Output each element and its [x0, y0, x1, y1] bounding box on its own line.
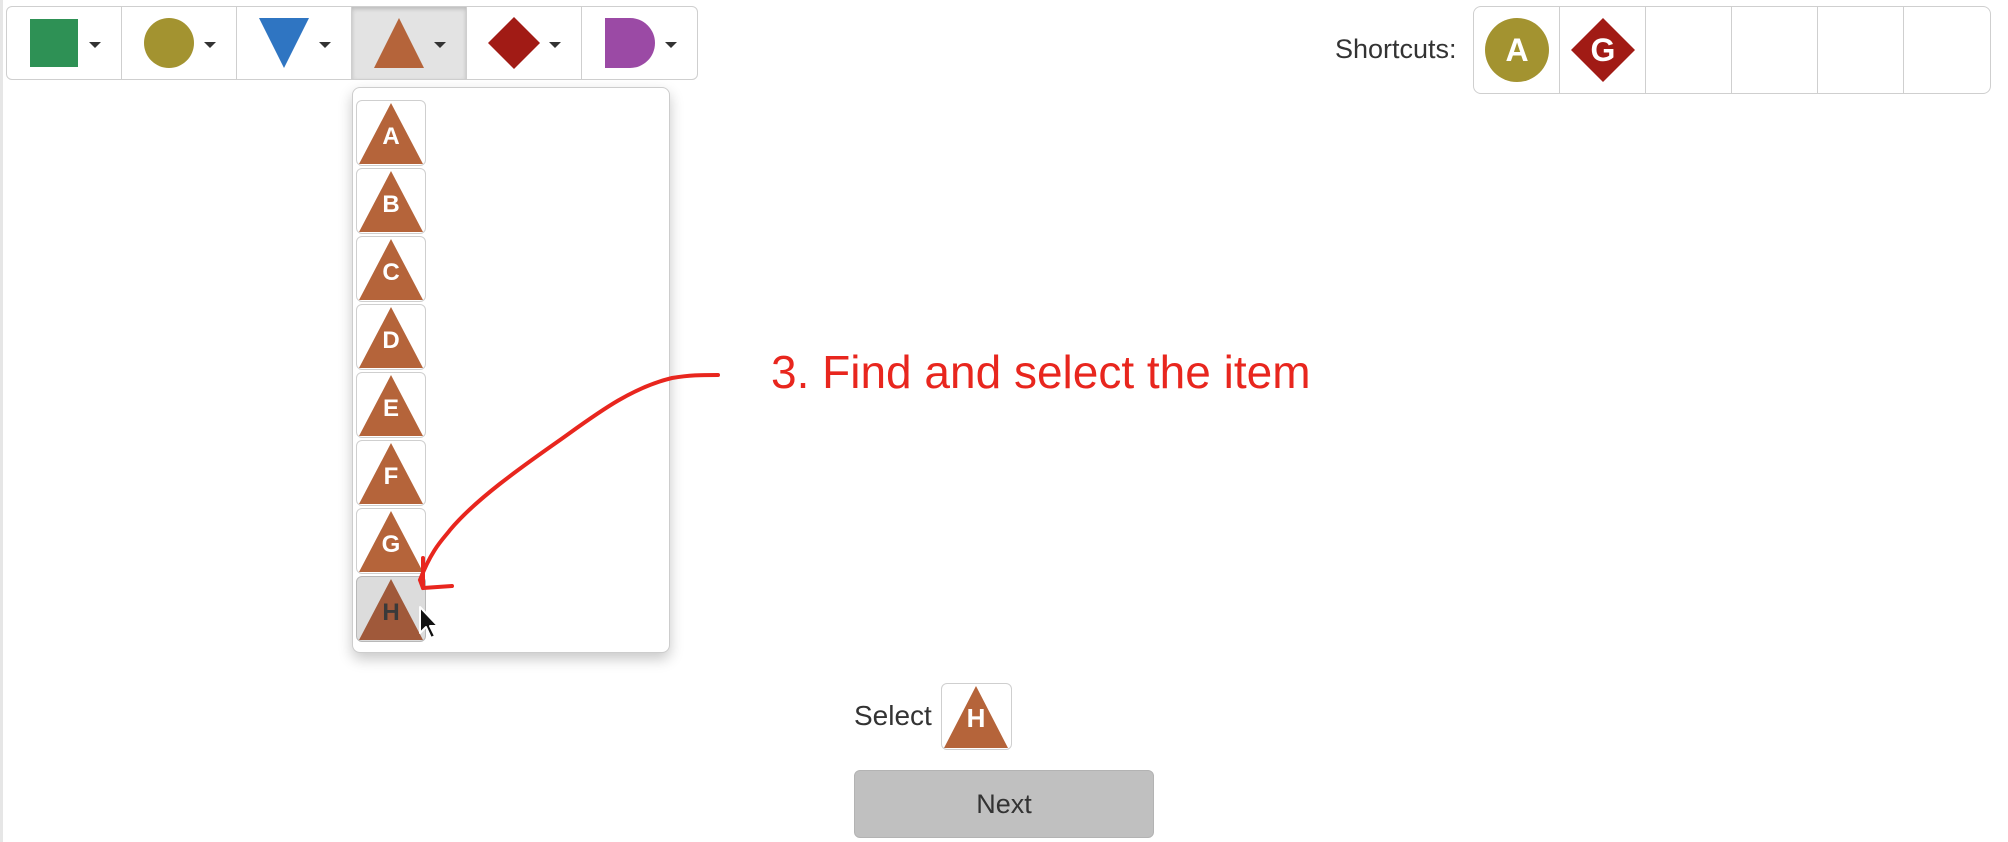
- diamond-icon: [488, 17, 540, 69]
- item-letter: B: [382, 191, 399, 218]
- item-letter: H: [382, 599, 399, 626]
- down-triangle-dropdown-button[interactable]: [237, 7, 352, 79]
- item-letter: G: [382, 531, 401, 558]
- shortcut-slot-a[interactable]: A: [1474, 7, 1560, 93]
- triangle-icon: B: [359, 171, 423, 232]
- diamond-dropdown-button[interactable]: [467, 7, 582, 79]
- shortcut-letter: G: [1590, 32, 1615, 68]
- item-letter: A: [382, 123, 399, 150]
- select-label: Select: [854, 700, 932, 731]
- mouse-cursor-icon: [419, 606, 439, 639]
- shortcuts-label: Shortcuts:: [1335, 34, 1457, 64]
- chevron-down-icon: [549, 42, 561, 48]
- shortcuts-bar: A G: [1473, 6, 1991, 94]
- triangle-icon: D: [359, 307, 423, 368]
- shortcut-letter: A: [1505, 32, 1528, 68]
- chevron-down-icon: [434, 42, 446, 48]
- next-button[interactable]: Next: [854, 770, 1154, 838]
- item-letter: C: [382, 259, 399, 286]
- menu-item-triangle-e[interactable]: E: [356, 372, 426, 438]
- square-icon: [30, 19, 78, 67]
- chevron-down-icon: [319, 42, 331, 48]
- item-letter: D: [382, 327, 399, 354]
- menu-item-triangle-h[interactable]: H: [356, 576, 426, 642]
- triangle-icon: F: [359, 443, 423, 504]
- chevron-down-icon: [665, 42, 677, 48]
- triangle-icon: H: [359, 579, 423, 640]
- menu-item-triangle-a[interactable]: A: [356, 100, 426, 166]
- triangle-icon: [374, 18, 424, 68]
- circle-icon: A: [1484, 18, 1549, 82]
- diamond-icon: G: [1570, 18, 1635, 82]
- menu-item-triangle-f[interactable]: F: [356, 440, 426, 506]
- frame-edge: [0, 0, 3, 842]
- triangle-icon: A: [359, 103, 423, 164]
- shortcut-slot-g[interactable]: G: [1560, 7, 1646, 93]
- d-shape-icon: [604, 18, 655, 68]
- circle-dropdown-button[interactable]: [122, 7, 237, 79]
- triangle-dropdown-menu: A B C D E F G H: [352, 87, 670, 653]
- item-letter: F: [384, 463, 399, 490]
- shortcut-slot-empty[interactable]: [1904, 7, 1990, 93]
- triangle-icon: G: [359, 511, 423, 572]
- triangle-dropdown-button[interactable]: [352, 7, 467, 79]
- chevron-down-icon: [204, 42, 216, 48]
- instruction-text: 3. Find and select the item: [771, 346, 1311, 398]
- menu-item-triangle-g[interactable]: G: [356, 508, 426, 574]
- menu-item-triangle-c[interactable]: C: [356, 236, 426, 302]
- down-triangle-icon: [259, 18, 309, 68]
- circle-icon: [144, 18, 194, 68]
- d-shape-dropdown-button[interactable]: [582, 7, 697, 79]
- menu-item-triangle-b[interactable]: B: [356, 168, 426, 234]
- chevron-down-icon: [89, 42, 101, 48]
- shortcut-slot-empty[interactable]: [1818, 7, 1904, 93]
- target-item: H: [941, 683, 1012, 750]
- shape-toolbar: [6, 6, 698, 80]
- shortcut-slot-empty[interactable]: [1646, 7, 1732, 93]
- item-letter: E: [383, 395, 399, 422]
- triangle-icon: C: [359, 239, 423, 300]
- shortcut-slot-empty[interactable]: [1732, 7, 1818, 93]
- menu-item-triangle-d[interactable]: D: [356, 304, 426, 370]
- triangle-icon: E: [359, 375, 423, 436]
- triangle-icon: H: [944, 686, 1008, 748]
- target-letter: H: [967, 703, 986, 733]
- square-dropdown-button[interactable]: [7, 7, 122, 79]
